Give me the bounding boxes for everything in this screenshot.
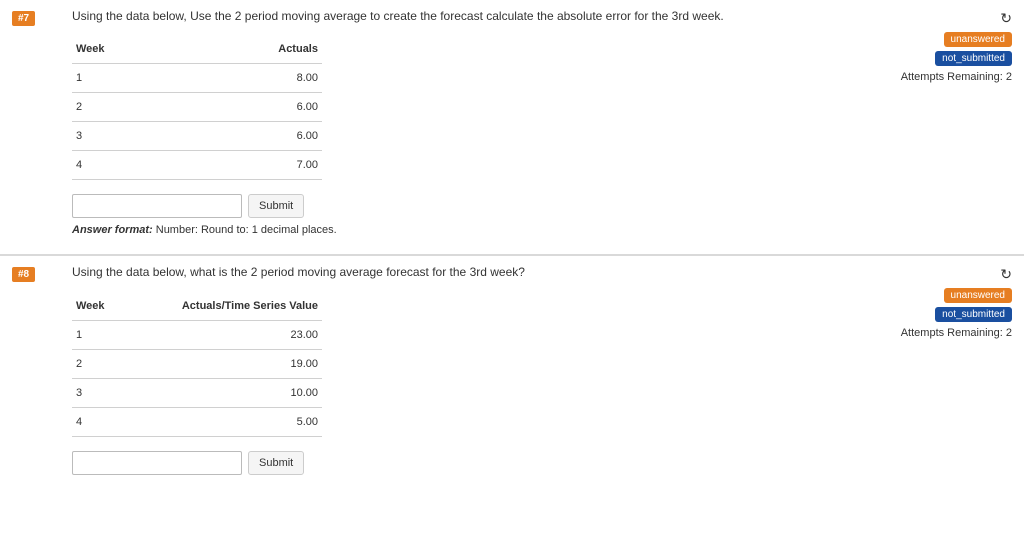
table-row: 1 23.00 (72, 320, 322, 349)
cell-week: 2 (72, 93, 180, 122)
col-header-week: Week (72, 292, 123, 321)
attempts-remaining: Attempts Remaining: 2 (857, 327, 1012, 339)
answer-format-text: Number: Round to: 1 decimal places. (153, 224, 337, 236)
answer-format-label: Answer format: (72, 224, 153, 236)
cell-week: 2 (72, 349, 123, 378)
table-row: 3 6.00 (72, 122, 322, 151)
question-7: #7 Using the data below, Use the 2 perio… (0, 0, 1024, 254)
status-column: ↻ unanswered not_submitted Attempts Rema… (857, 8, 1012, 236)
submit-button[interactable]: Submit (248, 451, 304, 475)
question-prompt: Using the data below, Use the 2 period m… (72, 8, 792, 25)
data-table: Week Actuals 1 8.00 2 6.00 3 6.00 (72, 35, 322, 180)
status-badge-unanswered: unanswered (944, 288, 1012, 303)
question-content: Using the data below, Use the 2 period m… (72, 8, 857, 236)
table-row: 2 19.00 (72, 349, 322, 378)
cell-value: 10.00 (123, 378, 322, 407)
table-row: 4 7.00 (72, 151, 322, 180)
data-table: Week Actuals/Time Series Value 1 23.00 2… (72, 292, 322, 437)
cell-week: 4 (72, 151, 180, 180)
cell-week: 1 (72, 320, 123, 349)
cell-week: 1 (72, 64, 180, 93)
attempts-remaining: Attempts Remaining: 2 (857, 71, 1012, 83)
answer-input[interactable] (72, 194, 242, 218)
table-row: 4 5.00 (72, 407, 322, 436)
answer-input[interactable] (72, 451, 242, 475)
cell-value: 8.00 (180, 64, 322, 93)
answer-row: Submit (72, 451, 847, 475)
col-header-value: Actuals/Time Series Value (123, 292, 322, 321)
cell-value: 7.00 (180, 151, 322, 180)
status-badge-notsubmitted: not_submitted (935, 307, 1012, 322)
cell-week: 3 (72, 378, 123, 407)
question-number-badge: #7 (12, 11, 35, 26)
cell-value: 5.00 (123, 407, 322, 436)
cell-week: 3 (72, 122, 180, 151)
question-8: #8 Using the data below, what is the 2 p… (0, 256, 1024, 498)
question-number-col: #7 (12, 8, 72, 236)
col-header-week: Week (72, 35, 180, 64)
status-badge-notsubmitted: not_submitted (935, 51, 1012, 66)
cell-value: 6.00 (180, 93, 322, 122)
question-number-badge: #8 (12, 267, 35, 282)
table-row: 2 6.00 (72, 93, 322, 122)
question-number-col: #8 (12, 264, 72, 480)
question-prompt: Using the data below, what is the 2 peri… (72, 264, 792, 281)
table-row: 1 8.00 (72, 64, 322, 93)
col-header-value: Actuals (180, 35, 322, 64)
reload-icon[interactable]: ↻ (1000, 10, 1012, 27)
question-content: Using the data below, what is the 2 peri… (72, 264, 857, 480)
status-column: ↻ unanswered not_submitted Attempts Rema… (857, 264, 1012, 480)
cell-value: 23.00 (123, 320, 322, 349)
submit-button[interactable]: Submit (248, 194, 304, 218)
answer-row: Submit (72, 194, 847, 218)
answer-format: Answer format: Number: Round to: 1 decim… (72, 224, 847, 236)
cell-value: 19.00 (123, 349, 322, 378)
cell-week: 4 (72, 407, 123, 436)
status-badge-unanswered: unanswered (944, 32, 1012, 47)
reload-icon[interactable]: ↻ (1000, 266, 1012, 283)
table-row: 3 10.00 (72, 378, 322, 407)
cell-value: 6.00 (180, 122, 322, 151)
